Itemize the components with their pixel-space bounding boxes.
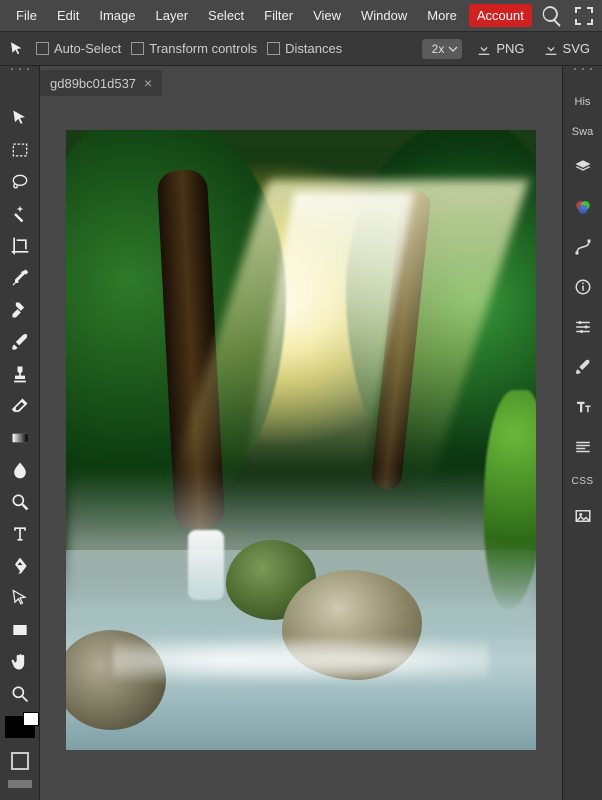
menu-layer[interactable]: Layer	[146, 2, 199, 29]
hand-tool[interactable]	[3, 646, 37, 678]
export-svg-label: SVG	[563, 41, 590, 56]
right-panel-strip: His Swa CSS	[562, 66, 602, 800]
dodge-tool[interactable]	[3, 486, 37, 518]
search-icon[interactable]	[540, 4, 564, 28]
color-swatch[interactable]	[5, 716, 35, 738]
export-png-button[interactable]: PNG	[472, 39, 528, 59]
toolbar-grip[interactable]	[5, 68, 35, 76]
brush-tool[interactable]	[3, 326, 37, 358]
history-panel-tab[interactable]: His	[575, 96, 591, 108]
blur-tool[interactable]	[3, 454, 37, 486]
export-svg-button[interactable]: SVG	[539, 39, 594, 59]
adjustments-icon[interactable]	[572, 316, 594, 338]
menu-edit[interactable]: Edit	[47, 2, 89, 29]
paths-icon[interactable]	[572, 236, 594, 258]
path-select-tool[interactable]	[3, 582, 37, 614]
transform-controls-checkbox[interactable]: Transform controls	[131, 41, 257, 56]
screen-mode-button[interactable]	[8, 780, 32, 788]
info-icon[interactable]	[572, 276, 594, 298]
gradient-tool[interactable]	[3, 422, 37, 454]
zoom-tool[interactable]	[3, 678, 37, 710]
zoom-dropdown[interactable]: 2x	[422, 39, 463, 59]
document-tab-title: gd89bc01d537	[50, 76, 136, 91]
auto-select-label: Auto-Select	[54, 41, 121, 56]
channels-icon[interactable]	[572, 196, 594, 218]
layers-icon[interactable]	[572, 156, 594, 178]
tab-close-icon[interactable]: ×	[144, 75, 152, 91]
chevron-down-icon	[448, 44, 458, 54]
crop-tool[interactable]	[3, 230, 37, 262]
download-icon	[476, 41, 492, 57]
css-panel-tab[interactable]: CSS	[571, 476, 593, 487]
menu-image[interactable]: Image	[89, 2, 145, 29]
character-panel-icon[interactable]	[572, 396, 594, 418]
text-tool[interactable]	[3, 518, 37, 550]
picture-panel-icon[interactable]	[572, 505, 594, 527]
magic-wand-tool[interactable]	[3, 198, 37, 230]
rect-select-tool[interactable]	[3, 134, 37, 166]
stamp-tool[interactable]	[3, 358, 37, 390]
rectangle-shape-tool[interactable]	[3, 614, 37, 646]
move-tool[interactable]	[3, 102, 37, 134]
transform-controls-label: Transform controls	[149, 41, 257, 56]
menu-more[interactable]: More	[417, 2, 467, 29]
pen-tool[interactable]	[3, 550, 37, 582]
eyedropper-tool[interactable]	[3, 262, 37, 294]
menu-window[interactable]: Window	[351, 2, 417, 29]
menu-account[interactable]: Account	[469, 4, 532, 27]
document-canvas[interactable]	[66, 130, 536, 750]
canvas-area	[40, 96, 562, 800]
fullscreen-icon[interactable]	[572, 4, 596, 28]
distances-checkbox[interactable]: Distances	[267, 41, 342, 56]
auto-select-checkbox[interactable]: Auto-Select	[36, 41, 121, 56]
move-tool-indicator-icon[interactable]	[8, 40, 26, 58]
quick-mask-toggle[interactable]	[11, 752, 29, 770]
brush-panel-icon[interactable]	[572, 356, 594, 378]
paragraph-panel-icon[interactable]	[572, 436, 594, 458]
menu-view[interactable]: View	[303, 2, 351, 29]
eraser-tool[interactable]	[3, 390, 37, 422]
document-tab-bar: gd89bc01d537 ×	[40, 66, 562, 96]
menu-file[interactable]: File	[6, 2, 47, 29]
download-icon	[543, 41, 559, 57]
heal-tool[interactable]	[3, 294, 37, 326]
lasso-tool[interactable]	[3, 166, 37, 198]
zoom-value: 2x	[432, 42, 445, 56]
options-bar: Auto-Select Transform controls Distances…	[0, 32, 602, 66]
menu-bar: File Edit Image Layer Select Filter View…	[0, 0, 602, 32]
export-png-label: PNG	[496, 41, 524, 56]
panel-grip[interactable]	[568, 68, 598, 76]
menu-filter[interactable]: Filter	[254, 2, 303, 29]
left-toolbar	[0, 66, 40, 800]
document-tab[interactable]: gd89bc01d537 ×	[40, 70, 162, 96]
distances-label: Distances	[285, 41, 342, 56]
swatches-panel-tab[interactable]: Swa	[572, 126, 593, 138]
menu-select[interactable]: Select	[198, 2, 254, 29]
